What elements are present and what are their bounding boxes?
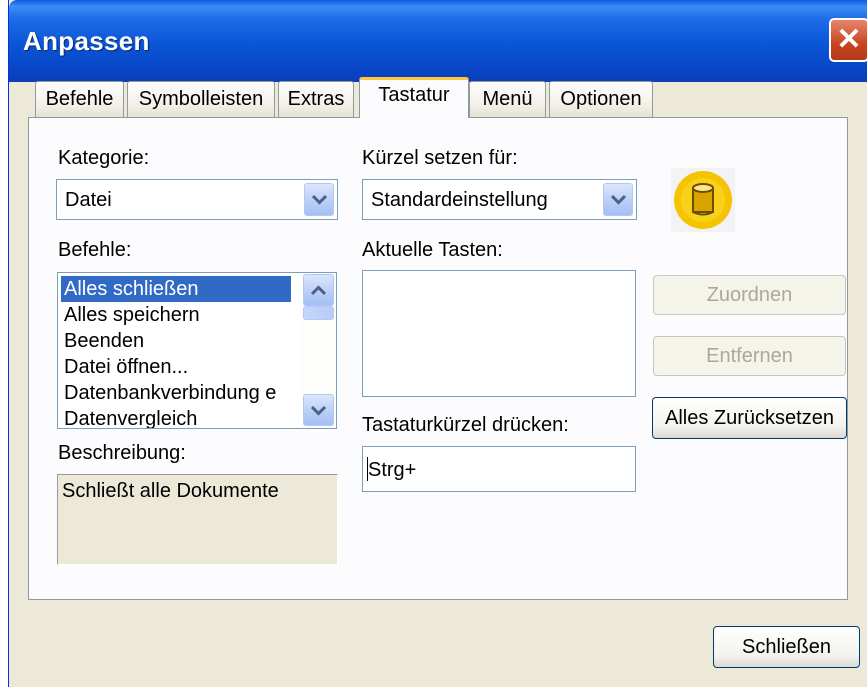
tab-befehle[interactable]: Befehle [35, 81, 124, 117]
list-item[interactable]: Alles speichern [61, 302, 291, 328]
aktuelle-tasten-list[interactable] [362, 270, 636, 397]
close-button[interactable]: ✕ [829, 18, 867, 62]
tab-label: Menü [482, 88, 533, 110]
tab-label: Tastatur [378, 84, 450, 106]
tab-tastatur[interactable]: Tastatur [359, 77, 469, 118]
tab-optionen[interactable]: Optionen [549, 81, 653, 117]
kuerzel-dropdown-button[interactable] [603, 183, 633, 216]
befehle-label: Befehle: [58, 239, 132, 261]
aktuelle-tasten-label: Aktuelle Tasten: [362, 239, 503, 261]
kategorie-dropdown[interactable]: Datei [56, 179, 338, 220]
tab-symbolleisten[interactable]: Symbolleisten [127, 81, 275, 117]
beschreibung-box: Schließt alle Dokumente [57, 474, 338, 565]
kuerzel-value: Standardeinstellung [371, 189, 548, 211]
tab-label: Symbolleisten [138, 88, 264, 110]
dialog-window: Anpassen ✕ Befehle Symbolleisten Extras … [8, 0, 867, 687]
kategorie-dropdown-button[interactable] [304, 183, 334, 216]
scroll-thumb[interactable] [303, 306, 334, 320]
vertical-scrollbar[interactable] [302, 273, 336, 428]
kategorie-value: Datei [65, 189, 112, 211]
window-title: Anpassen [23, 26, 150, 56]
title-bar[interactable]: Anpassen ✕ [9, 0, 867, 82]
tastaturkuerzel-input[interactable]: Strg+ [362, 446, 636, 492]
tastaturkuerzel-label: Tastaturkürzel drücken: [362, 414, 569, 436]
tab-menue[interactable]: Menü [469, 81, 546, 117]
alles-zuruecksetzen-button[interactable]: Alles Zurücksetzen [652, 397, 847, 439]
chevron-up-icon [311, 285, 326, 296]
schliessen-button[interactable]: Schließen [713, 626, 860, 668]
close-icon: ✕ [836, 23, 862, 56]
entfernen-button[interactable]: Entfernen [653, 336, 846, 376]
scroll-up-button[interactable] [303, 274, 334, 306]
tab-label: Optionen [560, 88, 642, 110]
list-item[interactable]: Beenden [61, 328, 291, 354]
kuerzel-dropdown[interactable]: Standardeinstellung [362, 179, 637, 220]
zuordnen-button[interactable]: Zuordnen [653, 275, 846, 315]
scroll-down-button[interactable] [303, 394, 334, 426]
list-item[interactable]: Alles schließen [61, 276, 291, 302]
befehle-list[interactable]: Alles schließen Alles speichern Beenden … [57, 272, 337, 429]
tab-label: Befehle [45, 88, 114, 110]
database-icon [671, 168, 735, 232]
beschreibung-text: Schließt alle Dokumente [62, 480, 279, 502]
list-item[interactable]: Datenbankverbindung e [61, 380, 291, 406]
list-item[interactable]: Datei öffnen... [61, 354, 291, 380]
chevron-down-icon [611, 194, 626, 205]
chevron-down-icon [311, 405, 326, 416]
tab-extras[interactable]: Extras [278, 81, 354, 117]
beschreibung-label: Beschreibung: [58, 442, 186, 464]
tab-label: Extras [287, 88, 345, 110]
kuerzel-label: Kürzel setzen für: [362, 147, 518, 169]
tastaturkuerzel-value: Strg+ [368, 459, 417, 481]
chevron-down-icon [312, 194, 327, 205]
kategorie-label: Kategorie: [58, 147, 150, 169]
list-item[interactable]: Datenvergleich [61, 406, 291, 428]
